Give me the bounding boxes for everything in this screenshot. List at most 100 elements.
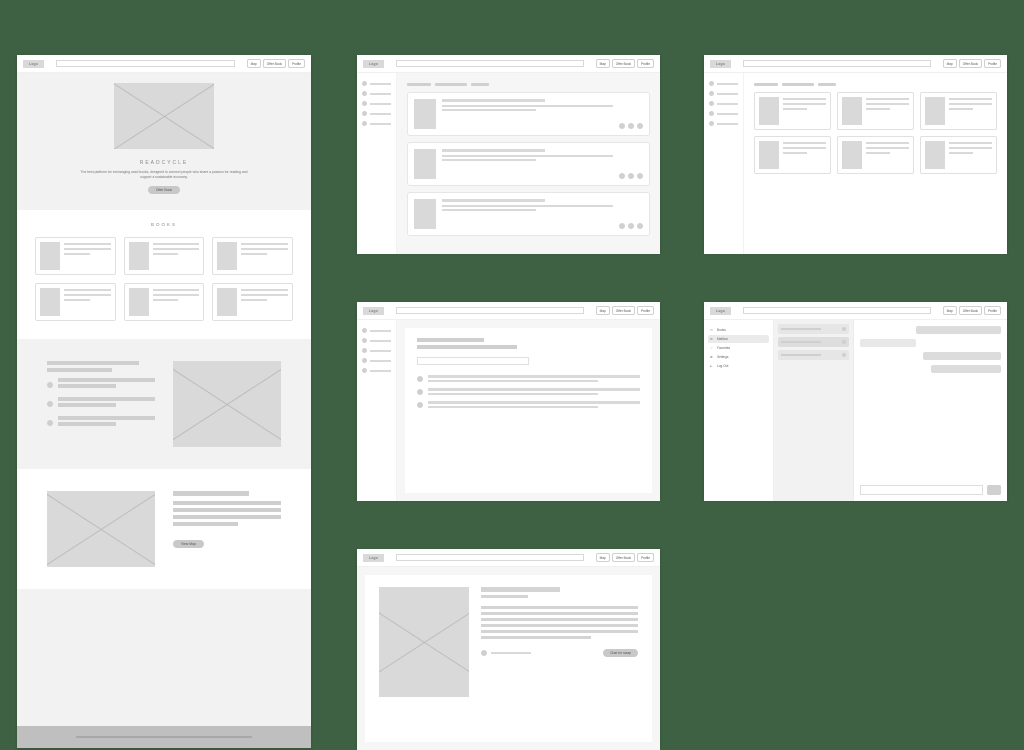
sidebar-item[interactable] bbox=[362, 111, 391, 116]
nav-offer[interactable]: Offer Book bbox=[263, 59, 286, 68]
logo[interactable]: Logo bbox=[363, 554, 384, 562]
book-card[interactable] bbox=[124, 283, 205, 321]
promo-section: View Map bbox=[17, 469, 311, 589]
sidebar-item[interactable] bbox=[362, 91, 391, 96]
sidebar-item[interactable] bbox=[709, 101, 738, 106]
tagline: The best platform for exchanging used bo… bbox=[79, 170, 249, 180]
promo-image-placeholder bbox=[47, 491, 155, 567]
wireframe-form: Logo Map Offer Book Profile bbox=[357, 302, 660, 499]
action-icon[interactable] bbox=[628, 123, 634, 129]
hero-cta-button[interactable]: Offer Book bbox=[148, 186, 180, 194]
list-item[interactable] bbox=[407, 142, 650, 186]
nav-map[interactable]: Map bbox=[596, 306, 610, 315]
mailbox-sidebar: ▭Books ✉Mailbox ♡Favorites ⚙Settings ⇤Lo… bbox=[704, 320, 774, 501]
action-icon[interactable] bbox=[637, 173, 643, 179]
nav-map[interactable]: Map bbox=[247, 59, 261, 68]
composer bbox=[860, 485, 1001, 495]
thumb-icon bbox=[40, 242, 60, 270]
gear-icon: ⚙ bbox=[710, 355, 714, 359]
sidebar-item[interactable] bbox=[362, 338, 391, 343]
wireframe-detail: Logo Map Offer Book Profile Chat for s bbox=[357, 549, 660, 748]
text-input[interactable] bbox=[417, 357, 529, 365]
sidebar-item[interactable] bbox=[709, 111, 738, 116]
logo[interactable]: Logo bbox=[23, 60, 44, 68]
nav-profile[interactable]: Profile bbox=[637, 306, 654, 315]
book-card[interactable] bbox=[124, 237, 205, 275]
feature-image-placeholder bbox=[173, 361, 281, 447]
message-input[interactable] bbox=[860, 485, 983, 495]
nav-map[interactable]: Map bbox=[596, 59, 610, 68]
book-card[interactable] bbox=[837, 136, 914, 174]
radio-icon[interactable] bbox=[417, 402, 423, 408]
sidebar-item[interactable] bbox=[362, 358, 391, 363]
nav-offer[interactable]: Offer Book bbox=[959, 59, 982, 68]
nav-profile[interactable]: Profile bbox=[288, 59, 305, 68]
search-input[interactable] bbox=[396, 554, 584, 561]
search-input[interactable] bbox=[56, 60, 235, 67]
sidebar-item[interactable] bbox=[709, 91, 738, 96]
nav-profile[interactable]: Profile bbox=[984, 59, 1001, 68]
swap-button[interactable]: Chat for swap bbox=[603, 649, 638, 657]
nav-offer[interactable]: Offer Book bbox=[959, 306, 982, 315]
nav-offer[interactable]: Offer Book bbox=[612, 59, 635, 68]
nav-profile[interactable]: Profile bbox=[637, 59, 654, 68]
action-icon[interactable] bbox=[637, 223, 643, 229]
sidebar-item[interactable] bbox=[362, 101, 391, 106]
book-card[interactable] bbox=[754, 136, 831, 174]
search-input[interactable] bbox=[743, 307, 931, 314]
book-card[interactable] bbox=[35, 237, 116, 275]
promo-cta-button[interactable]: View Map bbox=[173, 540, 204, 548]
action-icon[interactable] bbox=[628, 173, 634, 179]
logo[interactable]: Logo bbox=[710, 60, 731, 68]
sidebar-item[interactable] bbox=[362, 121, 391, 126]
book-card[interactable] bbox=[35, 283, 116, 321]
chat-bubble-out bbox=[931, 365, 1002, 373]
send-button[interactable] bbox=[987, 485, 1001, 495]
nav-offer[interactable]: Offer Book bbox=[612, 306, 635, 315]
nav-map[interactable]: Map bbox=[943, 59, 957, 68]
book-card[interactable] bbox=[754, 92, 831, 130]
book-card[interactable] bbox=[837, 92, 914, 130]
sidebar-item[interactable] bbox=[709, 81, 738, 86]
book-card[interactable] bbox=[212, 283, 293, 321]
wireframe-landing: Logo Map Offer Book Profile READCYCLE Th… bbox=[17, 55, 311, 748]
action-icon[interactable] bbox=[619, 223, 625, 229]
book-card[interactable] bbox=[212, 237, 293, 275]
sidebar-item[interactable] bbox=[362, 348, 391, 353]
thread-item[interactable] bbox=[778, 350, 849, 360]
action-icon[interactable] bbox=[619, 123, 625, 129]
book-card[interactable] bbox=[920, 136, 997, 174]
logo[interactable]: Logo bbox=[710, 307, 731, 315]
nav-map[interactable]: Map bbox=[943, 306, 957, 315]
nav-profile[interactable]: Profile bbox=[637, 553, 654, 562]
action-icon[interactable] bbox=[637, 123, 643, 129]
sidebar-item-logout[interactable]: ⇤Log Out bbox=[708, 362, 769, 370]
radio-icon[interactable] bbox=[417, 376, 423, 382]
search-input[interactable] bbox=[396, 60, 584, 67]
logo[interactable]: Logo bbox=[363, 60, 384, 68]
nav-offer[interactable]: Offer Book bbox=[612, 553, 635, 562]
logo[interactable]: Logo bbox=[363, 307, 384, 315]
sidebar-item-favorites[interactable]: ♡Favorites bbox=[708, 344, 769, 352]
list-item[interactable] bbox=[407, 192, 650, 236]
action-icon[interactable] bbox=[628, 223, 634, 229]
sidebar-item[interactable] bbox=[362, 328, 391, 333]
thread-item[interactable] bbox=[778, 324, 849, 334]
book-card[interactable] bbox=[920, 92, 997, 130]
sidebar-item[interactable] bbox=[362, 81, 391, 86]
sidebar-item-mailbox[interactable]: ✉Mailbox bbox=[708, 335, 769, 343]
list-item[interactable] bbox=[407, 92, 650, 136]
search-input[interactable] bbox=[743, 60, 931, 67]
action-icon[interactable] bbox=[619, 173, 625, 179]
sidebar-item[interactable] bbox=[709, 121, 738, 126]
brand-title: READCYCLE bbox=[17, 160, 311, 166]
sidebar-item-settings[interactable]: ⚙Settings bbox=[708, 353, 769, 361]
nav-map[interactable]: Map bbox=[596, 553, 610, 562]
topbar: Logo Map Offer Book Profile bbox=[357, 549, 660, 567]
sidebar-item-books[interactable]: ▭Books bbox=[708, 326, 769, 334]
search-input[interactable] bbox=[396, 307, 584, 314]
thread-item[interactable] bbox=[778, 337, 849, 347]
nav-profile[interactable]: Profile bbox=[984, 306, 1001, 315]
radio-icon[interactable] bbox=[417, 389, 423, 395]
sidebar-item[interactable] bbox=[362, 368, 391, 373]
